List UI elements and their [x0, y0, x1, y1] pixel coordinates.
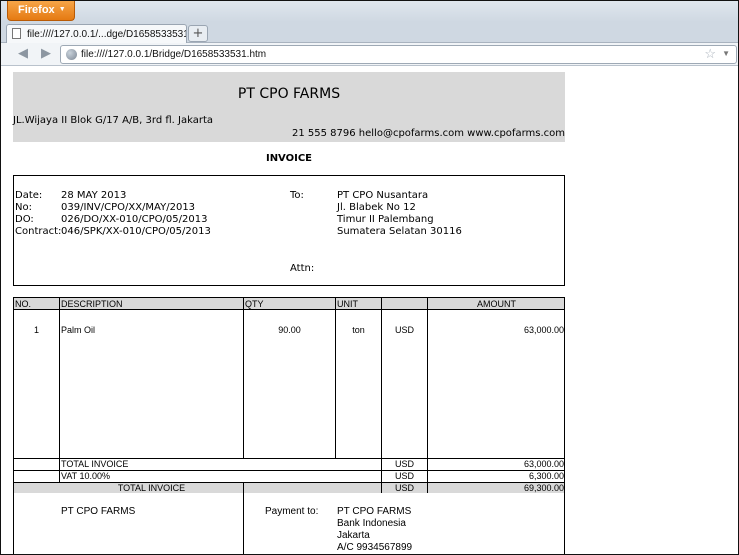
bank-name: Bank Indonesia — [337, 518, 406, 529]
document-icon — [12, 28, 21, 39]
item-currency: USD — [394, 325, 414, 335]
subtotal-amount: 63,000.00 — [523, 459, 564, 469]
invoice-info-box: Date: 28 MAY 2013 No: 039/INV/CPO/XX/MAY… — [13, 175, 565, 286]
column-divider — [59, 298, 60, 458]
url-bar[interactable]: file:////127.0.0.1/Bridge/D1658533531.ht… — [60, 45, 737, 64]
page-content: PT CPO FARMS JL.Wijaya II Blok G/17 A/B,… — [1, 67, 738, 554]
do-value: 026/DO/XX-010/CPO/05/2013 — [61, 214, 208, 225]
contract-value: 046/SPK/XX-010/CPO/05/2013 — [61, 226, 211, 237]
item-no: 1 — [33, 325, 39, 335]
invoice-title: INVOICE — [265, 153, 313, 164]
recipient-line-3: Timur II Palembang — [337, 214, 434, 225]
tab-current-file[interactable]: file:////127.0.0.1/...dge/D1658533531.ht… — [6, 24, 187, 44]
column-header-description: DESCRIPTION — [61, 299, 123, 309]
footer-company: PT CPO FARMS — [61, 506, 136, 517]
payee-name: PT CPO FARMS — [337, 506, 412, 517]
items-table: NO. DESCRIPTION QTY UNIT AMOUNT 1 Palm O… — [13, 297, 565, 493]
bookmark-star-icon[interactable]: ☆ — [704, 46, 716, 62]
invoice-header: PT CPO FARMS JL.Wijaya II Blok G/17 A/B,… — [13, 72, 565, 142]
column-header-no: NO. — [15, 299, 32, 309]
firefox-menu-button[interactable]: Firefox ▼ — [7, 1, 75, 21]
back-arrow-icon[interactable]: ◀ — [14, 46, 32, 62]
globe-icon — [66, 49, 77, 60]
item-amount: 63,000.00 — [523, 325, 564, 335]
forward-arrow-icon[interactable]: ▶ — [37, 46, 55, 62]
column-divider — [243, 298, 244, 458]
bank-city: Jakarta — [337, 530, 370, 541]
company-contact: 21 555 8796 hello@cpofarms.com www.cpofa… — [291, 128, 565, 139]
recipient-line-4: Sumatera Selatan 30116 — [337, 226, 462, 237]
recipient-line-1: PT CPO Nusantara — [337, 190, 429, 201]
column-header-qty: QTY — [245, 299, 264, 309]
payment-label: Payment to: — [265, 506, 319, 517]
column-header-amount: AMOUNT — [477, 299, 516, 309]
item-unit: ton — [352, 325, 365, 335]
vat-amount: 6,300.00 — [528, 471, 564, 481]
tab-title: file:////127.0.0.1/...dge/D1658533531.ht… — [27, 29, 186, 40]
no-label: No: — [15, 202, 32, 213]
column-header-unit: UNIT — [337, 299, 358, 309]
column-divider — [243, 482, 244, 493]
navigation-toolbar: ◀ ▶ file:////127.0.0.1/Bridge/D165853353… — [1, 43, 738, 66]
attn-label: Attn: — [290, 263, 315, 274]
firefox-menu-label: Firefox — [18, 4, 55, 16]
to-label: To: — [290, 190, 304, 201]
title-bar: Firefox ▼ — [1, 1, 738, 22]
company-address: JL.Wijaya II Blok G/17 A/B, 3rd fl. Jaka… — [13, 115, 213, 126]
vat-currency: USD — [394, 471, 414, 481]
url-text: file:////127.0.0.1/Bridge/D1658533531.ht… — [81, 49, 267, 60]
recipient-line-2: Jl. Blabek No 12 — [337, 202, 416, 213]
company-name: PT CPO FARMS — [237, 86, 341, 102]
url-dropdown-icon[interactable]: ▼ — [722, 49, 730, 58]
tab-strip: file:////127.0.0.1/...dge/D1658533531.ht… — [1, 22, 738, 44]
account-number: A/C 9934567899 — [337, 542, 413, 553]
contract-label: Contract: — [15, 226, 62, 237]
caret-down-icon: ▼ — [58, 6, 66, 13]
new-tab-button[interactable]: + — [188, 25, 208, 42]
subtotal-label: TOTAL INVOICE — [61, 459, 129, 469]
footer-divider — [243, 493, 244, 554]
date-label: Date: — [15, 190, 43, 201]
no-value: 039/INV/CPO/XX/MAY/2013 — [61, 202, 196, 213]
invoice-footer: PT CPO FARMS Payment to: PT CPO FARMS Ba… — [13, 493, 565, 554]
column-divider — [335, 298, 336, 458]
vat-label: VAT 10.00% — [61, 471, 111, 481]
date-value: 28 MAY 2013 — [61, 190, 127, 201]
subtotal-currency: USD — [394, 459, 414, 469]
do-label: DO: — [15, 214, 34, 225]
item-description: Palm Oil — [61, 325, 96, 335]
item-qty: 90.00 — [278, 325, 301, 335]
